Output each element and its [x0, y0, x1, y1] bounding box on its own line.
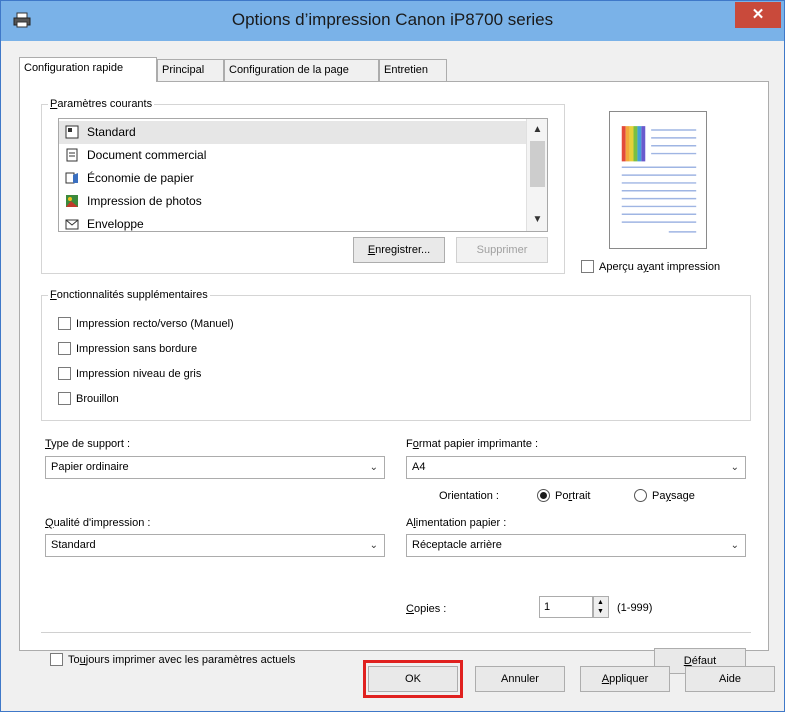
print-options-dialog: Options d’impression Canon iP8700 series…: [0, 0, 785, 712]
tab-configuration-rapide[interactable]: Configuration rapide: [19, 57, 157, 82]
paper-saving-icon: [65, 172, 78, 184]
preview-checkbox[interactable]: [581, 260, 594, 273]
borderless-label[interactable]: Impression sans bordure: [76, 342, 197, 356]
photo-icon: [66, 195, 78, 207]
page-preview-image: [609, 111, 707, 249]
save-button[interactable]: Enregistrer...: [353, 237, 445, 263]
tab-configuration-de-la-page[interactable]: Configuration de la page: [224, 59, 379, 81]
copies-range: (1-999): [617, 602, 653, 614]
duplex-label[interactable]: Impression recto/verso (Manuel): [76, 317, 234, 331]
scroll-thumb[interactable]: [530, 141, 545, 187]
increment-icon[interactable]: ▲: [597, 599, 604, 607]
borderless-checkbox[interactable]: [58, 342, 71, 355]
standard-doc-icon: [65, 125, 79, 139]
ok-highlight-frame: [363, 660, 463, 698]
tab-principal[interactable]: Principal: [157, 59, 224, 81]
close-button[interactable]: ✕: [735, 2, 781, 28]
close-icon: ✕: [751, 6, 765, 23]
cancel-button[interactable]: Annuler: [475, 666, 565, 692]
paper-source-label: Alimentation papier :: [406, 517, 507, 529]
current-settings-label: Paramètres courants: [48, 97, 155, 111]
landscape-radio[interactable]: [634, 489, 647, 502]
always-print-label[interactable]: Toujours imprimer avec les paramètres ac…: [68, 653, 295, 667]
copies-input[interactable]: 1: [539, 596, 593, 618]
list-item[interactable]: Standard: [59, 121, 526, 144]
draft-label[interactable]: Brouillon: [76, 392, 119, 406]
chevron-down-icon: ⌄: [369, 462, 378, 473]
chevron-down-icon: ⌄: [369, 540, 378, 551]
chevron-down-icon: ⌄: [730, 462, 739, 473]
preview-checkbox-label[interactable]: Aperçu ayant impression: [599, 260, 720, 274]
media-type-label: Type de support :: [45, 438, 131, 450]
print-quality-select[interactable]: Standard ⌄: [45, 534, 385, 557]
apply-button[interactable]: Appliquer: [580, 666, 670, 692]
scroll-down-icon[interactable]: ▼: [527, 211, 547, 229]
separator: [41, 632, 751, 633]
paper-size-select[interactable]: A4 ⌄: [406, 456, 746, 479]
paper-size-label: Format papier imprimante :: [406, 438, 539, 450]
list-item[interactable]: Document commercial: [59, 144, 526, 167]
print-quality-label: Qualité d'impression :: [45, 517, 151, 529]
business-doc-icon: [66, 148, 78, 162]
orientation-label: Orientation :: [439, 490, 499, 502]
list-item[interactable]: Enveloppe: [59, 213, 526, 231]
draft-checkbox[interactable]: [58, 392, 71, 405]
always-print-checkbox[interactable]: [50, 653, 63, 666]
copies-stepper[interactable]: ▲ ▼: [593, 596, 609, 618]
title-bar[interactable]: Options d’impression Canon iP8700 series…: [1, 1, 784, 41]
window-title: Options d’impression Canon iP8700 series: [231, 10, 554, 29]
help-button[interactable]: Aide: [685, 666, 775, 692]
additional-features-group: Fonctionnalités supplémentaires: [41, 288, 751, 421]
portrait-radio[interactable]: [537, 489, 550, 502]
decrement-icon[interactable]: ▼: [597, 608, 604, 616]
landscape-label[interactable]: Paysage: [652, 489, 695, 503]
envelope-icon: [65, 219, 79, 230]
list-item[interactable]: Économie de papier: [59, 167, 526, 190]
scroll-up-icon[interactable]: ▲: [527, 121, 547, 139]
duplex-checkbox[interactable]: [58, 317, 71, 330]
delete-button: Supprimer: [456, 237, 548, 263]
portrait-label[interactable]: Portrait: [555, 489, 590, 503]
list-item[interactable]: Impression de photos: [59, 190, 526, 213]
grayscale-label[interactable]: Impression niveau de gris: [76, 367, 201, 381]
additional-features-label: Fonctionnalités supplémentaires: [48, 288, 210, 302]
chevron-down-icon: ⌄: [730, 540, 739, 551]
copies-label: Copies :: [406, 603, 447, 615]
grayscale-checkbox[interactable]: [58, 367, 71, 380]
list-scrollbar[interactable]: ▲ ▼: [526, 119, 547, 231]
tab-entretien[interactable]: Entretien: [379, 59, 447, 81]
media-type-select[interactable]: Papier ordinaire ⌄: [45, 456, 385, 479]
current-settings-list[interactable]: Standard Document commercial Économie de…: [58, 118, 548, 232]
paper-source-select[interactable]: Réceptacle arrière ⌄: [406, 534, 746, 557]
